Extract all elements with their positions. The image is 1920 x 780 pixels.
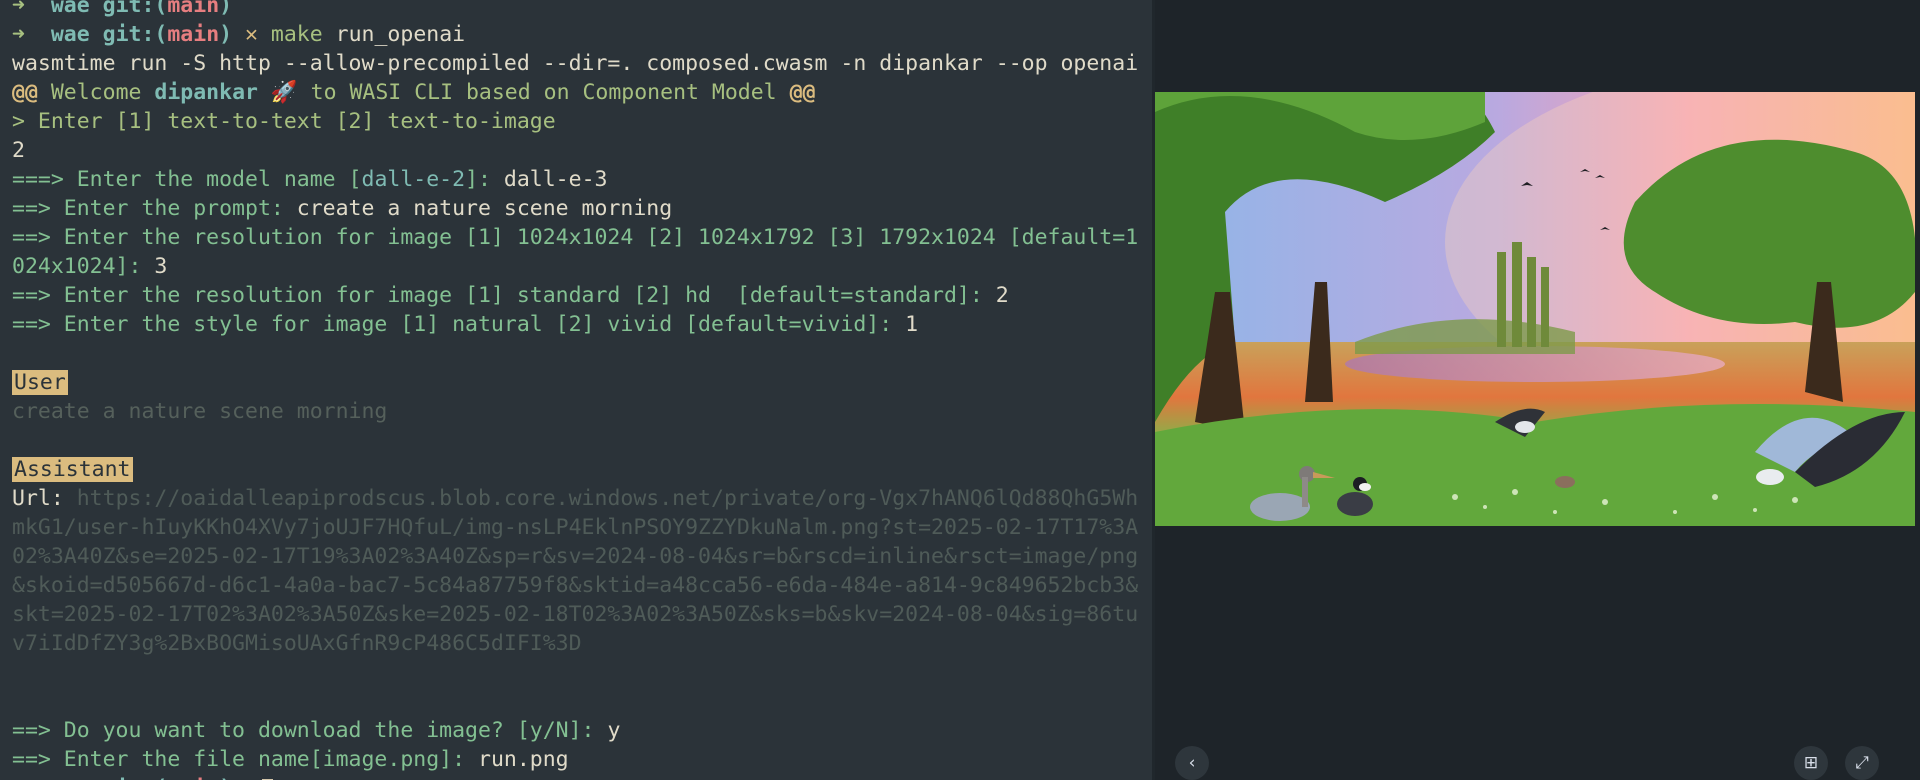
terminal-text: 1 xyxy=(905,312,919,337)
terminal-text: main xyxy=(167,22,220,47)
terminal-text: 3 xyxy=(154,254,168,279)
terminal-text: ==> Enter the resolution for image [1] s… xyxy=(12,283,996,308)
terminal-text: ➜ xyxy=(12,776,51,780)
expand-button[interactable]: ⤢ xyxy=(1845,746,1879,780)
terminal-pane[interactable]: ➜ wae git:(main) ➜ wae git:(main) ✕ make … xyxy=(0,0,1152,780)
terminal-line: mkG1/user-hIuyKKhO4XVy7joUJF7HQfuL/img-n… xyxy=(12,513,1152,542)
terminal-text: https://oaidalleapiprodscus.blob.core.wi… xyxy=(76,486,1139,511)
terminal-text: @@ xyxy=(12,80,51,105)
terminal-line: ➜ wae git:(main) xyxy=(12,0,1152,20)
chevron-left-icon: ‹ xyxy=(1188,753,1196,773)
terminal-text: 2 xyxy=(12,138,25,163)
terminal-text: wae xyxy=(50,0,103,18)
terminal-text: y xyxy=(607,718,621,743)
role-label: Assistant xyxy=(12,457,133,482)
terminal-text: ]: xyxy=(465,167,504,192)
terminal-text: run.png xyxy=(478,747,569,772)
terminal-line: create a nature scene morning xyxy=(12,397,1152,426)
terminal-text: dipankar xyxy=(154,80,258,105)
terminal-line: ==> Enter the prompt: create a nature sc… xyxy=(12,194,1152,223)
terminal-line: ==> Enter the resolution for image [1] 1… xyxy=(12,223,1152,252)
terminal-text: to WASI CLI based on Component Model xyxy=(310,80,790,105)
expand-icon: ⤢ xyxy=(1855,753,1869,773)
terminal-text: 🚀 xyxy=(257,80,311,105)
terminal-text: @@ xyxy=(789,80,816,105)
terminal-text: wasmtime run -S http --allow-precompiled… xyxy=(12,51,1139,76)
terminal-text: wae xyxy=(51,776,103,780)
terminal-text: 2 xyxy=(995,283,1009,308)
terminal-text: ) xyxy=(219,776,245,780)
terminal-text: ) xyxy=(219,0,233,18)
terminal-text: create a nature scene morning xyxy=(12,399,388,424)
terminal-text: dall-e-3 xyxy=(503,167,608,192)
terminal-line: User xyxy=(12,368,1152,397)
terminal-text: ➜ xyxy=(12,0,51,18)
terminal-text: ===> Enter the model name [ xyxy=(12,167,362,192)
terminal-text: ==> Enter the file name[image.png]: xyxy=(12,747,478,772)
terminal-text: ✕ xyxy=(245,776,258,780)
terminal-line: @@ Welcome dipankar 🚀 to WASI CLI based … xyxy=(12,78,1152,107)
terminal-text: ) xyxy=(219,22,246,47)
terminal-line: ==> Enter the style for image [1] natura… xyxy=(12,310,1152,339)
terminal-text: Welcome xyxy=(50,80,155,105)
nature-scene-image xyxy=(1155,92,1915,526)
terminal-text: run_openai xyxy=(335,22,466,47)
add-button[interactable]: ⊞ xyxy=(1794,746,1828,780)
terminal-output: ➜ wae git:(main) ➜ wae git:(main) ✕ make … xyxy=(12,0,1152,780)
terminal-text: 02%3A40Z&se=2025-02-17T19%3A02%3A40Z&sp=… xyxy=(12,544,1139,569)
previous-button[interactable]: ‹ xyxy=(1175,746,1209,780)
plus-square-icon: ⊞ xyxy=(1803,753,1819,773)
terminal-text: ==> Do you want to download the image? [… xyxy=(12,718,608,743)
terminal-line: wasmtime run -S http --allow-precompiled… xyxy=(12,49,1152,78)
terminal-text: ✕ xyxy=(245,22,271,47)
terminal-text: ==> Enter the resolution for image [1] 1… xyxy=(12,225,1139,250)
terminal-line: skt=2025-02-17T02%3A02%3A50Z&ske=2025-02… xyxy=(12,600,1152,629)
terminal-line: ➜ wae git:(main) ✕ make run_openai xyxy=(12,20,1152,49)
terminal-text: git:( xyxy=(102,0,168,18)
terminal-text: create a nature scene morning xyxy=(296,196,673,221)
role-label: User xyxy=(12,370,68,395)
terminal-line: > Enter [1] text-to-text [2] text-to-ima… xyxy=(12,107,1152,136)
terminal-text: &skoid=d505667d-d6c1-4a0a-bac7-5c84a8775… xyxy=(12,573,1139,598)
generated-image xyxy=(1155,92,1915,526)
terminal-text: 024x1024]: xyxy=(12,254,155,279)
terminal-line: v7iIdDfZY3g%2BxBOGMisoUAxGfnR9cP486C5dIF… xyxy=(12,629,1152,658)
terminal-text: Url: xyxy=(12,486,77,511)
terminal-text: git:( xyxy=(103,776,168,780)
terminal-line: Url: https://oaidalleapiprodscus.blob.co… xyxy=(12,484,1152,513)
terminal-text: main xyxy=(167,776,219,780)
terminal-line: ==> Do you want to download the image? [… xyxy=(12,716,1152,745)
terminal-text: main xyxy=(167,0,220,18)
terminal-line: ==> Enter the resolution for image [1] s… xyxy=(12,281,1152,310)
terminal-text: skt=2025-02-17T02%3A02%3A50Z&ske=2025-02… xyxy=(12,602,1139,627)
terminal-line: ==> Enter the file name[image.png]: run.… xyxy=(12,745,1152,774)
terminal-text: v7iIdDfZY3g%2BxBOGMisoUAxGfnR9cP486C5dIF… xyxy=(12,631,582,656)
terminal-text: ➜ xyxy=(12,22,51,47)
terminal-line: Assistant xyxy=(12,455,1152,484)
terminal-line: ➜ wae git:(main) ✕ xyxy=(12,774,1152,780)
terminal-text: wae xyxy=(50,22,103,47)
terminal-text: mkG1/user-hIuyKKhO4XVy7joUJF7HQfuL/img-n… xyxy=(12,515,1139,540)
terminal-line: ===> Enter the model name [dall-e-2]: da… xyxy=(12,165,1152,194)
terminal-text: ==> Enter the prompt: xyxy=(12,196,297,221)
image-viewer-pane: ‹ ⊞ ⤢ xyxy=(1155,0,1920,780)
terminal-line: 2 xyxy=(12,136,1152,165)
terminal-line: 024x1024]: 3 xyxy=(12,252,1152,281)
terminal-text: make xyxy=(270,22,336,47)
terminal-text: ==> Enter the style for image [1] natura… xyxy=(12,312,906,337)
terminal-text: > Enter [1] text-to-text [2] text-to-ima… xyxy=(12,109,556,134)
terminal-line: 02%3A40Z&se=2025-02-17T19%3A02%3A40Z&sp=… xyxy=(12,542,1152,571)
terminal-text: dall-e-2 xyxy=(361,167,466,192)
terminal-line: &skoid=d505667d-d6c1-4a0a-bac7-5c84a8775… xyxy=(12,571,1152,600)
terminal-text: git:( xyxy=(102,22,168,47)
